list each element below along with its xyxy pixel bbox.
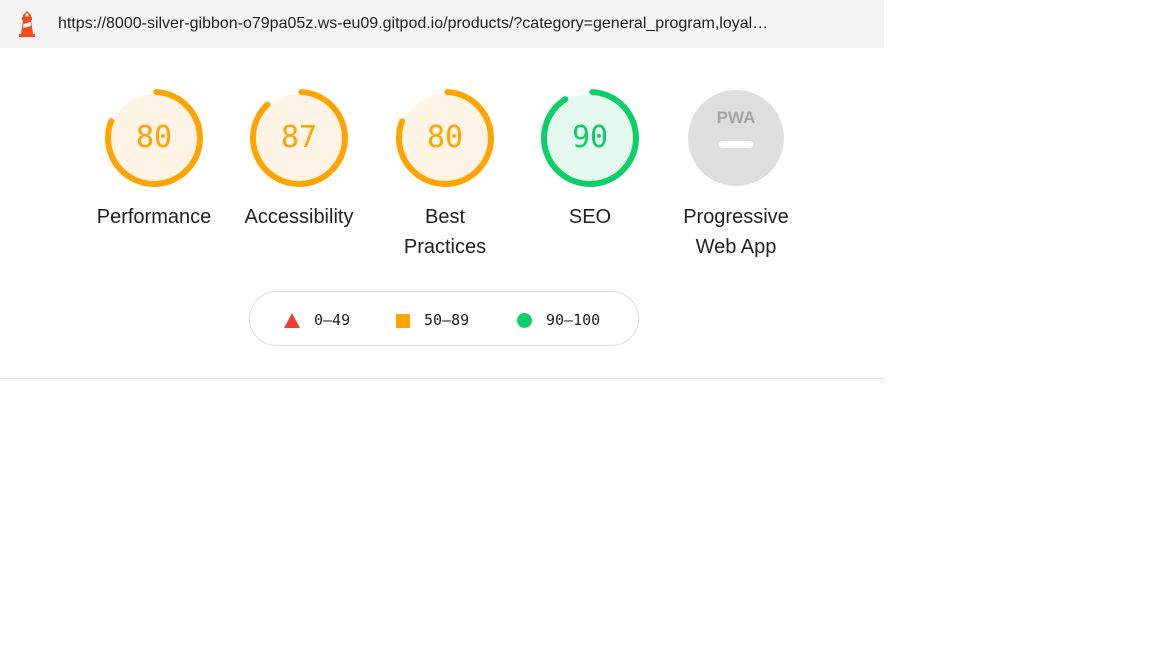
- gauge-pwa[interactable]: PWA Progressive Web App: [671, 88, 801, 262]
- triangle-icon: [284, 313, 300, 328]
- gauge-best-practices[interactable]: 80 Best Practices: [380, 88, 510, 262]
- gauge-label-line: Progressive: [683, 206, 789, 228]
- gauge-label-line: Best: [424, 206, 466, 228]
- score-scale-legend: 0–49 50–89 90–100: [249, 291, 639, 346]
- legend-range: 0–49: [314, 311, 351, 329]
- lighthouse-icon: [19, 11, 35, 37]
- gauge-score: 90: [571, 120, 609, 155]
- gauge-accessibility[interactable]: 87 Accessibility: [234, 88, 364, 232]
- gauge-label-line: Web App: [695, 236, 777, 258]
- gauge-label: Progressive Web App: [671, 202, 801, 262]
- legend-item-pass: 90–100: [517, 311, 600, 329]
- legend-item-average: 50–89: [396, 311, 469, 329]
- gauge-score: 80: [135, 120, 173, 155]
- gauge-label-line: Practices: [403, 236, 487, 258]
- page-url[interactable]: https://8000-silver-gibbon-o79pa05z.ws-e…: [58, 14, 858, 34]
- gauge-label: Performance: [96, 206, 212, 228]
- gauge-performance[interactable]: 80 Performance: [89, 88, 219, 232]
- address-bar: https://8000-silver-gibbon-o79pa05z.ws-e…: [0, 0, 884, 48]
- square-icon: [396, 313, 410, 328]
- gauge-seo[interactable]: 90 SEO: [525, 88, 655, 232]
- circle-icon: [517, 313, 532, 328]
- gauge-label: SEO: [568, 206, 612, 228]
- divider: [0, 378, 884, 379]
- gauge-score: 80: [426, 120, 464, 155]
- pwa-badge-icon: PWA: [688, 90, 784, 186]
- legend-item-fail: 0–49: [284, 311, 350, 329]
- gauge-label: Accessibility: [244, 206, 354, 228]
- pwa-badge-text: PWA: [717, 108, 756, 127]
- legend-range: 50–89: [424, 311, 470, 329]
- gauge-label: Best Practices: [380, 202, 510, 262]
- legend-range: 90–100: [546, 311, 601, 329]
- gauge-score: 87: [280, 120, 318, 155]
